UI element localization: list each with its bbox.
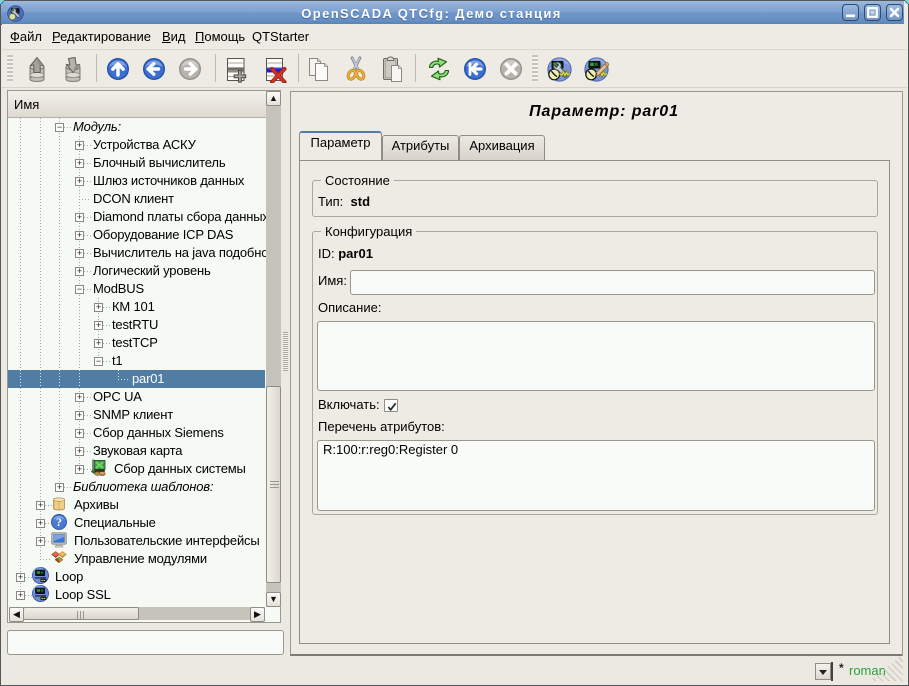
svg-text:?: ? [56,515,62,529]
